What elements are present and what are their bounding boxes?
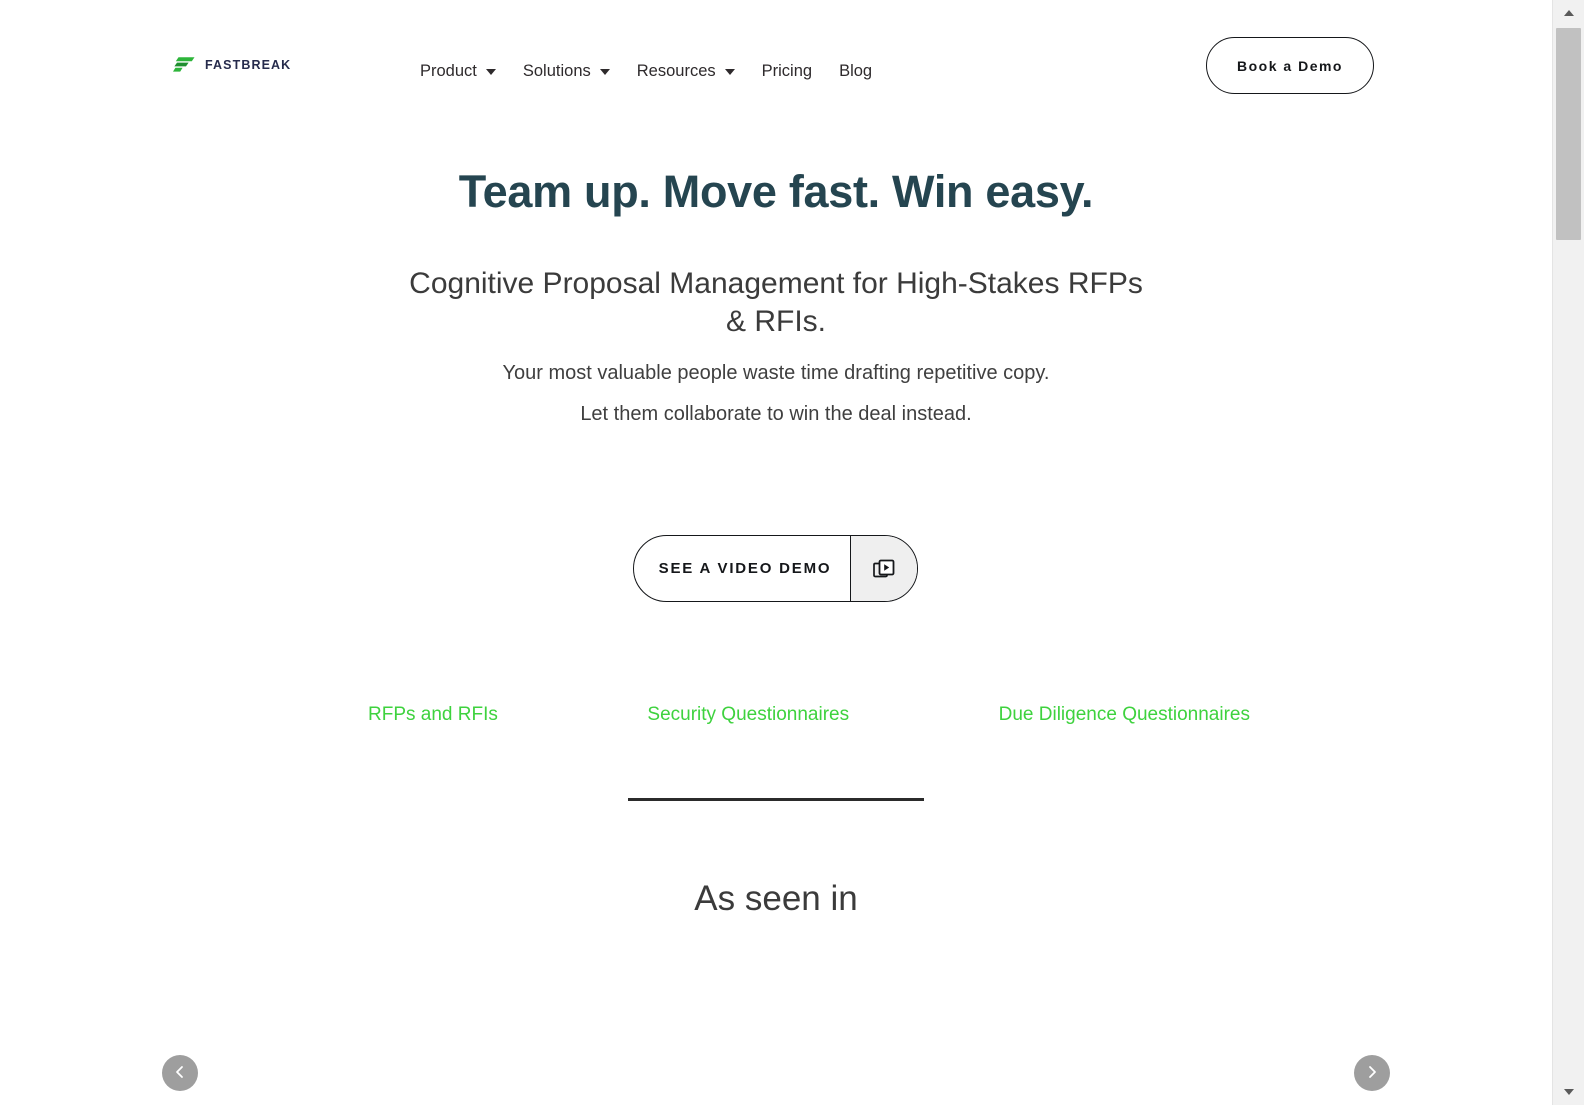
browser-scrollbar[interactable] bbox=[1552, 0, 1584, 1105]
carousel-next-button[interactable] bbox=[1354, 1055, 1390, 1091]
page-title: Team up. Move fast. Win easy. bbox=[458, 166, 1094, 217]
nav-item-label: Blog bbox=[839, 62, 873, 80]
hero-subcopy-line-2: Let them collaborate to win the deal ins… bbox=[580, 403, 972, 425]
as-seen-in-title: As seen in bbox=[694, 879, 858, 918]
usecase-link-rfps-and-rfis[interactable]: RFPs and RFIs bbox=[368, 702, 498, 728]
chevron-left-icon bbox=[172, 1064, 188, 1083]
page-viewport: FASTBREAK Product Solutions Resources Pr… bbox=[0, 0, 1552, 1105]
site-header: FASTBREAK Product Solutions Resources Pr… bbox=[0, 0, 1552, 130]
nav-item-label: Product bbox=[420, 62, 477, 80]
nav-item-label: Pricing bbox=[761, 62, 813, 80]
chevron-down-icon bbox=[599, 69, 610, 75]
chevron-down-icon bbox=[724, 69, 735, 75]
chevron-right-icon bbox=[1364, 1064, 1380, 1083]
video-play-gallery-icon bbox=[850, 536, 917, 601]
section-divider bbox=[628, 798, 924, 801]
nav-item-pricing[interactable]: Pricing bbox=[762, 58, 812, 84]
see-a-video-demo-button[interactable]: SEE A VIDEO DEMO bbox=[633, 535, 918, 602]
nav-item-product[interactable]: Product bbox=[420, 58, 496, 84]
nav-item-label: Solutions bbox=[522, 62, 591, 80]
usecase-link-due-diligence-questionnaires[interactable]: Due Diligence Questionnaires bbox=[999, 702, 1250, 728]
video-demo-label: SEE A VIDEO DEMO bbox=[658, 560, 832, 577]
nav-item-solutions[interactable]: Solutions bbox=[523, 58, 610, 84]
carousel-prev-button[interactable] bbox=[162, 1055, 198, 1091]
nav-item-label: Resources bbox=[636, 62, 716, 80]
brand-logo-link[interactable]: FASTBREAK bbox=[172, 56, 291, 74]
scroll-down-arrow-icon[interactable] bbox=[1553, 1079, 1584, 1105]
fastbreak-f-logo-icon bbox=[172, 56, 196, 74]
nav-item-blog[interactable]: Blog bbox=[839, 58, 872, 84]
brand-wordmark: FASTBREAK bbox=[205, 57, 292, 72]
hero-subcopy-line-1: Your most valuable people waste time dra… bbox=[502, 362, 1050, 384]
primary-navigation: Product Solutions Resources Pricing Blog bbox=[420, 58, 872, 84]
scrollbar-thumb[interactable] bbox=[1556, 28, 1581, 240]
scroll-up-arrow-icon[interactable] bbox=[1553, 0, 1584, 26]
nav-item-resources[interactable]: Resources bbox=[637, 58, 735, 84]
press-logo-carousel: W I R E D bbox=[0, 1000, 1552, 1105]
usecase-link-security-questionnaires[interactable]: Security Questionnaires bbox=[647, 702, 849, 728]
book-a-demo-button[interactable]: Book a Demo bbox=[1206, 37, 1374, 94]
usecase-links-row: RFPs and RFIs Security Questionnaires Du… bbox=[300, 702, 1290, 728]
hero-subheadline: Cognitive Proposal Management for High-S… bbox=[409, 267, 1143, 338]
chevron-down-icon bbox=[485, 69, 496, 75]
